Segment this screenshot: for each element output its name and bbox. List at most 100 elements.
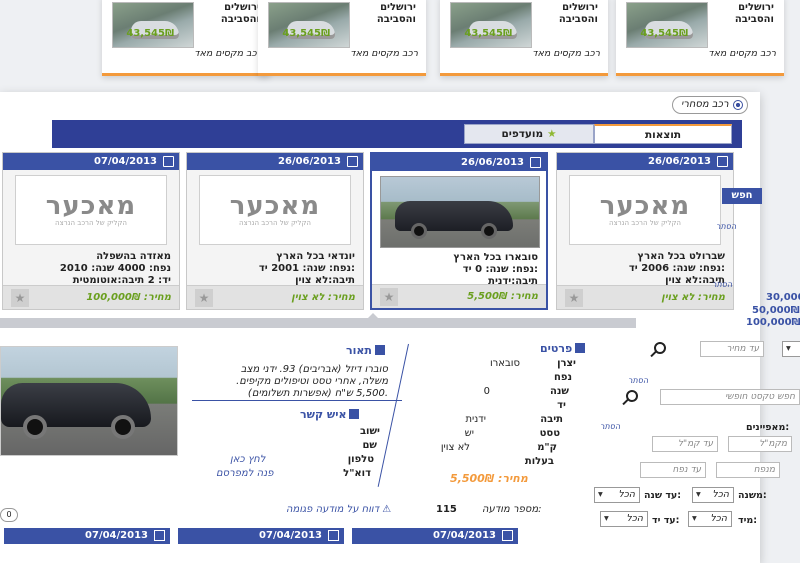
listing-date: 07/04/2013 bbox=[94, 156, 157, 167]
business-vehicle-toggle[interactable]: רכב מסחרי bbox=[672, 96, 748, 114]
details-title: פרטים bbox=[540, 342, 600, 355]
field-value: ידנית bbox=[465, 414, 486, 425]
listing-date: 07/04/2013 bbox=[85, 530, 148, 541]
calendar-icon bbox=[328, 530, 339, 541]
listing-card[interactable]: 26/06/2013 מאכער הקליק של הרכב הנרצה יונד… bbox=[186, 152, 364, 310]
listing-specs: נפח: שנה: 2006 יד: bbox=[628, 263, 725, 274]
top-card-3[interactable]: ירושלים והסביבה 43,545₪ רכב מקסים מאד bbox=[440, 0, 608, 76]
section-divider bbox=[192, 400, 402, 401]
favorite-star-icon[interactable]: ★ bbox=[11, 289, 29, 307]
listing-specs: נפח: שנה: 2001 יד: bbox=[258, 263, 355, 274]
contact-label: טלפון bbox=[347, 454, 374, 465]
listing-card[interactable]: 07/04/2013 מאכער הקליק של הרכב הנרצה מאזד… bbox=[2, 152, 180, 310]
hide-toggle[interactable]: הסתר bbox=[716, 222, 736, 231]
field-label: יצרן bbox=[557, 358, 576, 369]
business-vehicle-label: רכב מסחרי bbox=[681, 99, 729, 110]
field-value: יש bbox=[464, 428, 474, 439]
listing-card-selected[interactable]: 26/06/2013 סובארו בכל הארץ נפח: שנה: 0 י… bbox=[370, 152, 548, 310]
favorite-star-icon[interactable]: ★ bbox=[380, 288, 398, 306]
contact-title-text: איש קשר bbox=[300, 408, 347, 421]
field-label: טסט bbox=[539, 428, 560, 439]
calendar-icon bbox=[163, 156, 174, 167]
calendar-icon bbox=[502, 530, 513, 541]
search-icon[interactable] bbox=[626, 390, 638, 402]
km-to-input[interactable]: עד קמ"ל bbox=[652, 436, 718, 452]
price-dropdown[interactable] bbox=[782, 341, 800, 357]
listing-footer: מחיר: 5,500₪ ★ bbox=[372, 284, 546, 308]
ad-number-label: מספר מודעה: bbox=[482, 504, 542, 515]
document-icon bbox=[374, 345, 385, 355]
listing-date-bar: 07/04/2013 bbox=[4, 528, 170, 544]
logo-text: מאכער bbox=[229, 191, 321, 221]
car-photo bbox=[380, 176, 540, 248]
description-text: סוברו דיזל (אבריבים) 93. ידני מצב משלה, … bbox=[236, 364, 388, 399]
listing-price: מחיר: לא צוין bbox=[291, 292, 355, 303]
price-option[interactable]: 30,000₪ bbox=[766, 292, 800, 303]
card-price: 43,545₪ bbox=[640, 28, 688, 39]
hand-to-select[interactable]: הכל bbox=[600, 511, 648, 527]
listing-title: סובארו בכל הארץ bbox=[453, 252, 538, 263]
top-card-2[interactable]: ירושלים והסביבה 43,545₪ רכב מקסים מאד bbox=[258, 0, 426, 76]
card-city: ירושלים והסביבה bbox=[376, 2, 416, 25]
price-option[interactable]: 50,000₪ bbox=[752, 305, 800, 316]
volume-from-input[interactable]: מנפח bbox=[716, 462, 780, 478]
hide-toggle[interactable]: הסתר bbox=[600, 422, 620, 431]
field-label: יד bbox=[557, 400, 566, 411]
hand-from-select[interactable]: הכל bbox=[688, 511, 732, 527]
tab-results[interactable]: תוצאות bbox=[594, 124, 732, 144]
car-thumbnail bbox=[112, 2, 194, 48]
search-icon[interactable] bbox=[654, 342, 666, 354]
km-from-input[interactable]: מקמ"ל bbox=[728, 436, 792, 452]
card-desc: רכב מקסים מאד bbox=[350, 48, 418, 59]
radio-icon[interactable] bbox=[732, 100, 743, 110]
listing-date-bar: 26/06/2013 bbox=[372, 154, 546, 171]
listing-price: מחיר: 5,500₪ bbox=[467, 291, 538, 302]
card-city: ירושלים והסביבה bbox=[220, 2, 260, 25]
favorite-star-icon[interactable]: ★ bbox=[195, 289, 213, 307]
logo-text: מאכער bbox=[599, 191, 691, 221]
search-button[interactable]: חפש bbox=[722, 188, 762, 204]
card-city: ירושלים והסביבה bbox=[558, 2, 598, 25]
tab-favorites[interactable]: מועדפים ★ bbox=[464, 124, 594, 144]
car-thumbnail bbox=[268, 2, 350, 48]
listing-detail: פרטים תאור סוברו דיזל (אבריבים) 93. ידני… bbox=[0, 328, 600, 533]
year-from-select[interactable]: הכל bbox=[692, 487, 734, 503]
listing-title: יונדאי בכל הארץ bbox=[276, 251, 355, 262]
listing-title: מאזדה בהשפלה bbox=[96, 251, 171, 262]
calendar-icon bbox=[347, 156, 358, 167]
calendar-icon bbox=[154, 530, 165, 541]
top-card-1[interactable]: ירושלים והסביבה 43,545₪ רכב מקסים מאד bbox=[102, 0, 270, 76]
price-to-input[interactable]: עד מחיר bbox=[700, 341, 764, 357]
description-title-text: תאור bbox=[346, 344, 372, 357]
listing-info: יונדאי בכל הארץ נפח: שנה: 2001 יד: תיבה:… bbox=[195, 251, 355, 287]
phone-link[interactable]: לחץ כאן bbox=[230, 454, 266, 465]
price-option[interactable]: 100,000₪ bbox=[746, 317, 800, 328]
listing-specs: נפח: שנה: 0 יד: bbox=[462, 264, 538, 275]
year-to-select[interactable]: הכל bbox=[594, 487, 640, 503]
top-card-4[interactable]: ירושלים והסביבה 43,545₪ רכב מקסים מאד bbox=[616, 0, 784, 76]
listing-date-bar: 26/06/2013 bbox=[187, 153, 363, 170]
listing-date: 26/06/2013 bbox=[278, 156, 341, 167]
listing-date: 26/06/2013 bbox=[461, 157, 524, 168]
listing-date-bar: 07/04/2013 bbox=[178, 528, 344, 544]
report-ad-link[interactable]: דווח על מודעה פגומה ⚠ bbox=[286, 504, 391, 515]
listing-date-bar: 07/04/2013 bbox=[352, 528, 518, 544]
card-price: 43,545₪ bbox=[282, 28, 330, 39]
placeholder-logo: מאכער הקליק של הרכב הנרצה bbox=[15, 175, 167, 245]
car-photo-large bbox=[0, 346, 178, 456]
free-text-input[interactable]: חפש טקסט חופשי bbox=[660, 389, 800, 405]
hide-toggle[interactable]: הסתר bbox=[628, 376, 648, 385]
listing-card[interactable]: 26/06/2013 מאכער הקליק של הרכב הנרצה שברו… bbox=[556, 152, 734, 310]
car-thumbnail bbox=[626, 2, 708, 48]
listing-footer: מחיר: 100,000₪ ★ bbox=[3, 285, 179, 309]
email-link[interactable]: פנה למפרסם bbox=[216, 468, 273, 479]
star-icon: ★ bbox=[547, 128, 557, 140]
listing-date: 07/04/2013 bbox=[259, 530, 322, 541]
logo-tagline: הקליק של הרכב הנרצה bbox=[239, 219, 311, 227]
placeholder-logo: מאכער הקליק של הרכב הנרצה bbox=[569, 175, 721, 245]
card-desc: רכב מקסים מאד bbox=[532, 48, 600, 59]
hide-toggle[interactable]: הסתר bbox=[712, 280, 732, 289]
page-counter[interactable]: 0 bbox=[0, 508, 18, 522]
favorite-star-icon[interactable]: ★ bbox=[565, 289, 583, 307]
volume-to-input[interactable]: עד נפח bbox=[640, 462, 706, 478]
